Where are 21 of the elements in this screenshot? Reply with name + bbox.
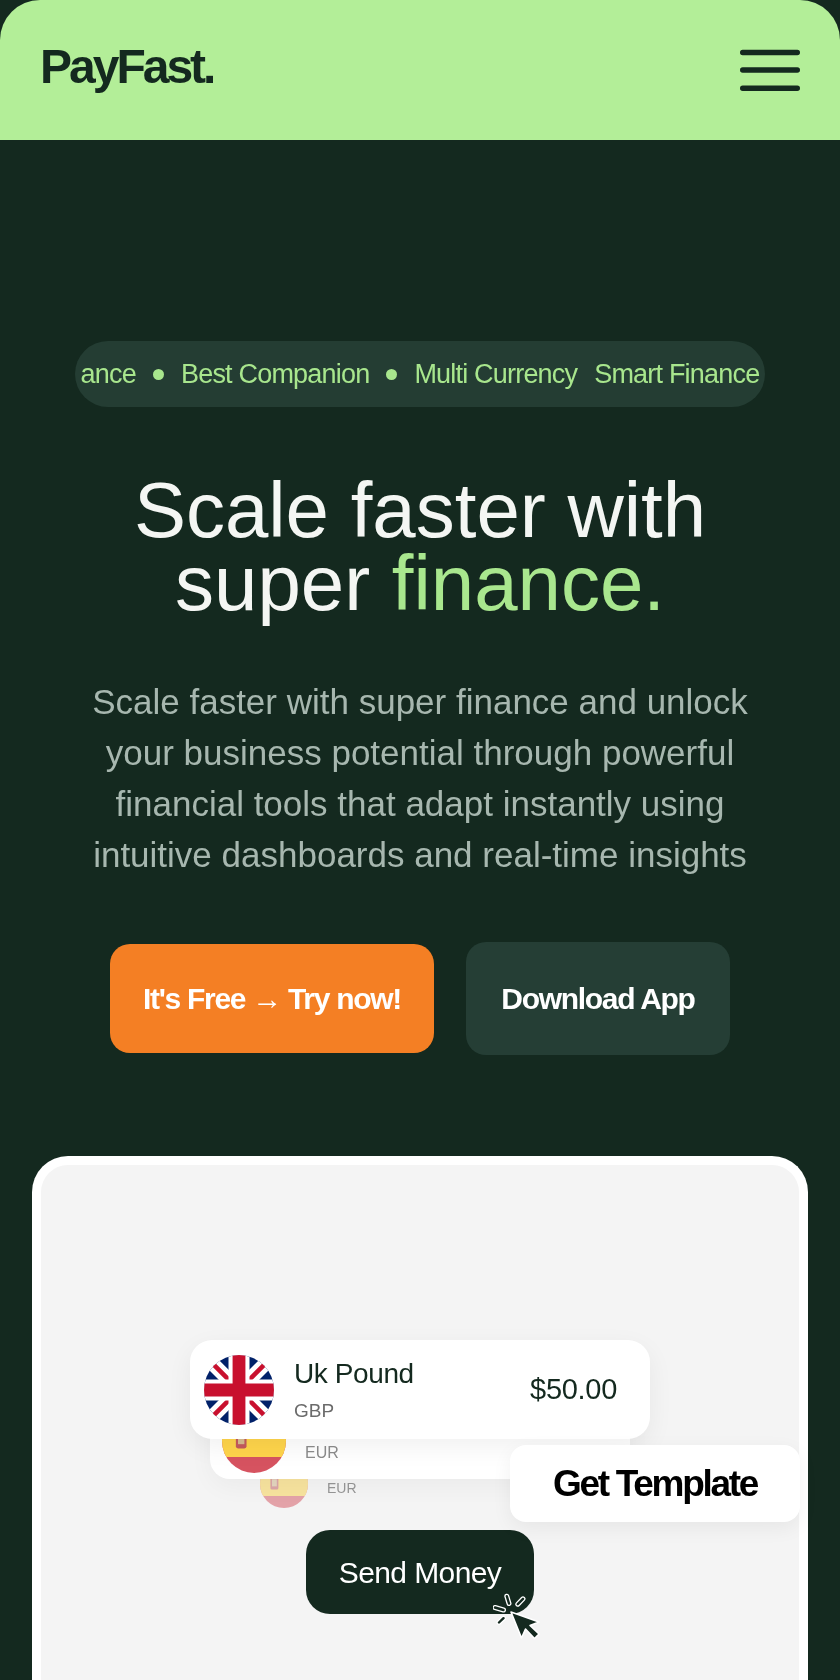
menu-button[interactable] [740,49,800,91]
hero-description: Scale faster with super finance and unlock your business potential through powerful financial tools that adapt instantly using intuitive dashboards and real-time insights [91,681,749,876]
send-money-button[interactable]: Send Money [306,1530,534,1614]
currency-name: Uk Pound [294,1357,414,1390]
download-app-button[interactable]: Download App [466,942,730,1055]
get-template-button[interactable]: Get Template [510,1445,800,1522]
menu-icon [740,49,800,91]
ticker-label: Multi Currency [414,360,578,388]
hero-heading: Scale faster with super finance. [132,470,708,629]
currency-amount: $50.00 [530,1375,617,1404]
spain-flag-icon [222,1439,286,1473]
currency-code: EUR [327,1481,357,1495]
currency-code: EUR [305,1445,339,1461]
ticker-label: Smart Finance [594,360,760,388]
brand-logo[interactable]: PayFast. [40,43,214,91]
spain-flag-icon [260,1479,308,1508]
dot-icon [386,368,398,380]
currency-code: GBP [294,1399,336,1422]
ticker-label: Best Companion [180,360,370,388]
ticker-label: ance [80,360,136,388]
dot-icon [152,368,164,380]
